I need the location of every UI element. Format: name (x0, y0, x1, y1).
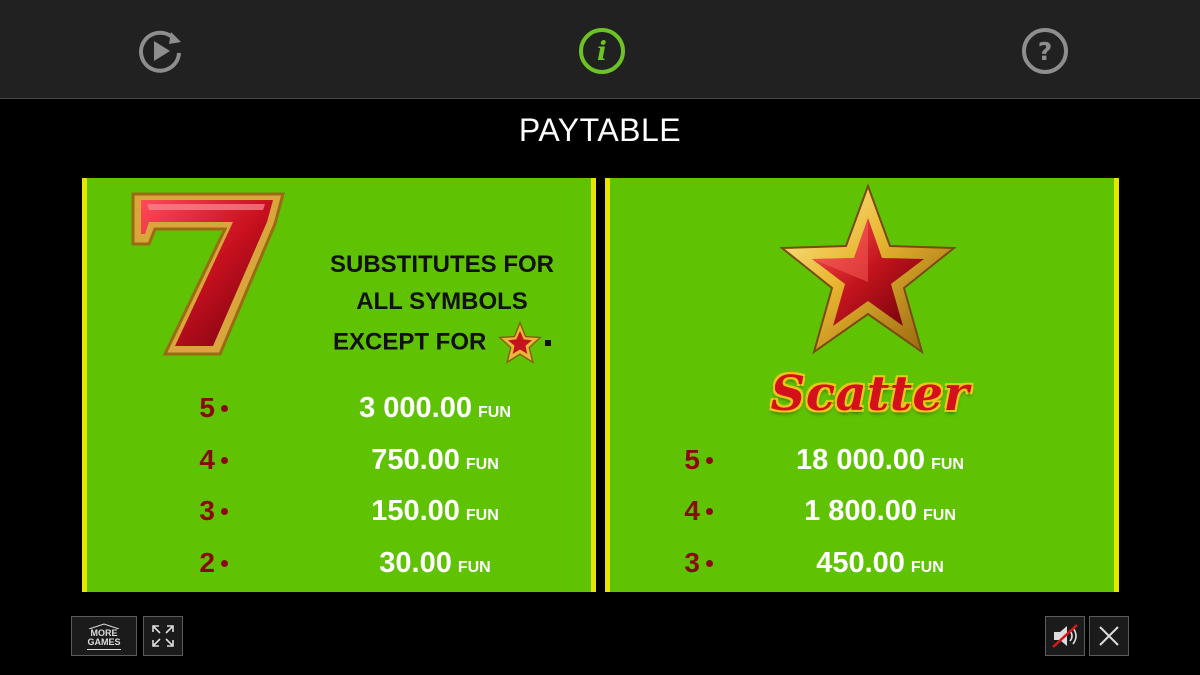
symbol-count: 2 (199, 547, 215, 578)
top-bar: i ? (0, 0, 1200, 99)
bullet-dot (221, 560, 228, 567)
payout-value: 18 000.00 (796, 443, 926, 476)
payout-value: 150.00 (371, 494, 460, 527)
payout-row: 3 150.00 FUN (175, 491, 575, 531)
payout-amount: 18 000.00 FUN (770, 444, 990, 477)
bullet-dot (221, 405, 228, 412)
payout-value: 30.00 (379, 546, 452, 579)
currency-label: FUN (465, 455, 499, 473)
wild-description: SUBSTITUTES FOR ALL SYMBOLS EXCEPT FOR (317, 246, 567, 366)
payout-amount: 3 000.00 FUN (325, 392, 545, 425)
currency-label: FUN (910, 558, 944, 576)
payout-value: 750.00 (371, 443, 460, 476)
more-games-button[interactable]: MORE GAMES (71, 616, 137, 656)
description-line: EXCEPT FOR (317, 320, 567, 366)
svg-text:i: i (597, 37, 607, 67)
payout-row: 5 18 000.00 FUN (660, 440, 1100, 480)
payout-amount: 750.00 FUN (325, 444, 545, 477)
payout-amount: 30.00 FUN (325, 547, 545, 580)
currency-label: FUN (465, 506, 499, 524)
seven-symbol-icon (131, 192, 285, 356)
symbol-count: 3 (199, 495, 215, 526)
help-icon[interactable]: ? (1020, 26, 1070, 76)
payout-amount: 1 800.00 FUN (770, 495, 990, 528)
description-line: ALL SYMBOLS (356, 288, 528, 315)
payout-value: 450.00 (816, 546, 905, 579)
bullet-dot (706, 457, 713, 464)
description-line: SUBSTITUTES FOR (329, 251, 554, 278)
payout-row: 4 1 800.00 FUN (660, 491, 1100, 531)
svg-text:?: ? (1038, 37, 1053, 66)
bullet-dot (706, 560, 713, 567)
currency-label: FUN (931, 455, 964, 473)
period-dot (545, 340, 552, 346)
symbol-count: 4 (684, 495, 700, 526)
fullscreen-button[interactable] (143, 616, 183, 656)
underline (87, 648, 121, 650)
payout-value: 1 800.00 (804, 494, 917, 527)
symbol-count: 3 (684, 547, 700, 578)
symbol-count: 5 (684, 444, 700, 475)
symbol-count: 5 (199, 392, 215, 423)
payout-amount: 450.00 FUN (770, 547, 990, 580)
more-games-label: MORE GAMES (87, 627, 121, 647)
bullet-dot (221, 508, 228, 515)
payout-value: 3 000.00 (359, 391, 472, 424)
fullscreen-icon (152, 625, 174, 647)
scatter-symbol-panel: Scatter 5 18 000.00 FUN 4 1 800.00 FUN 3 4… (605, 178, 1119, 592)
symbol-count: 4 (199, 444, 215, 475)
replay-icon[interactable] (135, 26, 185, 76)
wild-symbol-panel: SUBSTITUTES FOR ALL SYMBOLS EXCEPT FOR 5… (82, 178, 596, 592)
star-symbol-icon (779, 183, 957, 355)
close-icon (1099, 626, 1119, 646)
sound-toggle-button[interactable] (1045, 616, 1085, 656)
description-line-text: EXCEPT FOR (332, 328, 487, 356)
payout-row: 4 750.00 FUN (175, 440, 575, 480)
currency-label: FUN (457, 558, 491, 576)
payout-amount: 150.00 FUN (325, 495, 545, 528)
bullet-dot (706, 508, 713, 515)
bullet-dot (221, 457, 228, 464)
small-star-icon (498, 320, 542, 364)
page-title: PAYTABLE (518, 112, 682, 148)
currency-label: FUN (478, 403, 511, 421)
payout-row: 2 30.00 FUN (175, 543, 575, 583)
close-button[interactable] (1089, 616, 1129, 656)
info-icon[interactable]: i (577, 26, 627, 76)
sound-muted-icon (1052, 624, 1078, 648)
currency-label: FUN (923, 506, 956, 524)
payout-row: 3 450.00 FUN (660, 543, 1100, 583)
scatter-label: Scatter (770, 366, 970, 422)
payout-row: 5 3 000.00 FUN (175, 388, 575, 428)
